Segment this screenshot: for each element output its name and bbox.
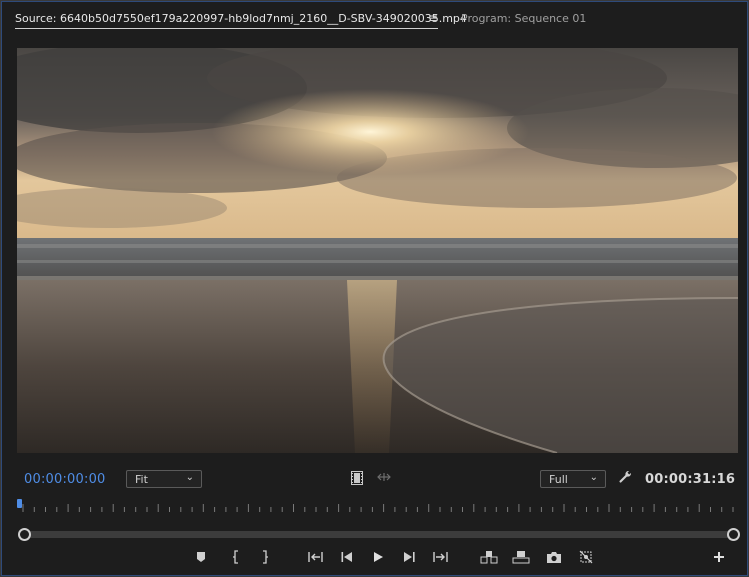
sunset-beach-image [17,48,738,453]
mark-out-button[interactable] [256,548,274,566]
tab-source[interactable]: Source: 6640b50d7550ef179a220997-hb9lod7… [15,12,467,25]
camera-icon [547,551,561,563]
insert-multicam-button[interactable] [577,548,595,566]
play-icon [374,552,383,562]
go-to-in-icon [308,552,323,562]
zoom-scrollbar[interactable] [23,531,733,538]
add-marker-button[interactable] [192,548,210,566]
mark-out-icon [263,550,268,564]
scrollbar-left-handle[interactable] [18,528,31,541]
transport-controls [1,548,748,568]
compare-icon[interactable] [377,472,391,484]
zoom-dropdown[interactable]: Fit ⌄ [126,470,202,488]
multicam-icon [579,550,593,564]
duration-timecode: 00:00:31:16 [645,472,736,487]
source-monitor-panel: Source: 6640b50d7550ef179a220997-hb9lod7… [0,0,749,577]
resolution-value: Full [549,473,568,486]
button-editor-button[interactable] [710,548,728,566]
play-button[interactable] [369,548,387,566]
chevron-down-icon: ⌄ [185,472,194,483]
go-to-in-button[interactable] [306,548,324,566]
playback-resolution-dropdown[interactable]: Full ⌄ [540,470,606,488]
mark-in-button[interactable] [227,548,245,566]
video-frame [17,48,738,453]
current-timecode[interactable]: 00:00:00:00 [24,472,106,487]
zoom-value: Fit [135,473,148,486]
scrollbar-right-handle[interactable] [727,528,740,541]
playhead[interactable] [17,499,22,508]
go-to-out-button[interactable] [432,548,450,566]
panel-tab-bar: Source: 6640b50d7550ef179a220997-hb9lod7… [1,1,748,37]
chevron-down-icon: ⌄ [589,472,598,483]
tab-program[interactable]: Program: Sequence 01 [461,12,586,25]
plus-icon [714,552,724,562]
overwrite-button[interactable] [512,548,530,566]
marker-icon [197,552,205,562]
time-ruler[interactable] [17,498,738,514]
export-frame-button[interactable] [545,548,563,566]
go-to-out-icon [433,552,448,562]
wrench-icon[interactable] [618,470,633,487]
overwrite-icon [512,551,530,564]
active-tab-underline [15,28,438,29]
step-forward-button[interactable] [400,548,418,566]
step-back-button[interactable] [338,548,356,566]
insert-button[interactable] [480,548,498,566]
step-back-icon [341,552,352,562]
film-strip-icon[interactable] [351,471,363,487]
mark-in-icon [233,550,238,564]
insert-icon [480,551,498,564]
step-forward-icon [404,552,415,562]
hamburger-menu-icon[interactable]: ≡ [428,11,438,25]
